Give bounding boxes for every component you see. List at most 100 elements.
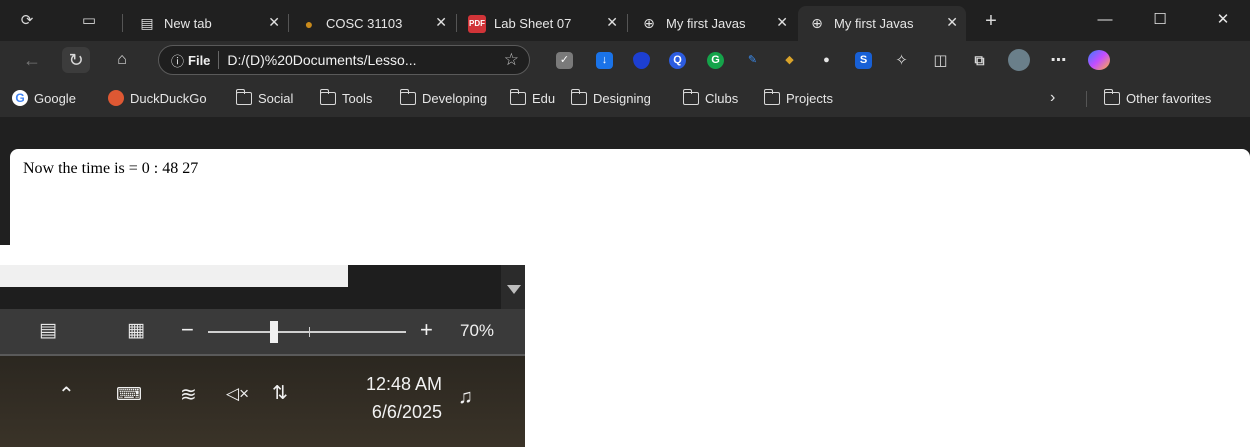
zoom-slider-tick (309, 327, 310, 337)
window-fragment (348, 265, 501, 287)
course-icon: ● (304, 15, 314, 32)
favorite-folder-projects[interactable]: Projects (764, 87, 833, 109)
shield-extension-icon[interactable]: ✓ (556, 52, 573, 69)
workspaces-icon[interactable]: ⟳ (16, 10, 38, 32)
page-content: Now the time is = 0 : 48 27 (10, 149, 1250, 245)
zoom-slider-track[interactable] (208, 331, 406, 333)
tab-strip: ⟳ ▭ ▤ New tab ✕ ● COSC 31103 ✕ PDF Lab S… (0, 0, 1250, 41)
close-icon[interactable]: ✕ (268, 14, 280, 31)
status-zoom-bar: ▤ ▦ − + 70% (0, 309, 525, 354)
copilot-icon[interactable] (1088, 50, 1110, 70)
tab-separator (288, 14, 289, 32)
chevron-right-icon[interactable]: › (1050, 87, 1055, 109)
folder-icon (236, 88, 252, 105)
tab-title: COSC 31103 (326, 16, 403, 31)
scrollbar[interactable] (501, 265, 525, 309)
zoom-level[interactable]: 70% (460, 321, 494, 341)
chevron-up-icon[interactable]: ⌃ (58, 382, 75, 407)
clock-date[interactable]: 6/6/2025 (342, 402, 442, 423)
more-menu-icon[interactable]: ⋯ (1050, 52, 1067, 69)
url-text[interactable]: D:/(D)%20Documents/Lesso... (227, 52, 487, 68)
time-text: Now the time is = 0 : 48 27 (23, 160, 199, 177)
pen-extension-icon[interactable]: ✎ (744, 52, 761, 69)
collections-icon[interactable]: ⧉ (971, 52, 988, 69)
tab-cosc[interactable]: ● COSC 31103 ✕ (290, 6, 455, 41)
close-window-button[interactable]: ✕ (1208, 8, 1238, 32)
download-extension-icon[interactable]: ↓ (596, 52, 613, 69)
favorite-folder-social[interactable]: Social (236, 87, 293, 109)
globe-icon: ⊕ (811, 15, 823, 31)
favorite-duckduckgo[interactable]: DuckDuckGo (108, 87, 207, 109)
favorite-folder-developing[interactable]: Developing (400, 87, 487, 109)
tab-title: My first Javas (834, 16, 914, 31)
zoom-slider-thumb[interactable] (270, 321, 278, 343)
grammarly-extension-icon[interactable]: G (707, 52, 724, 69)
clock-time[interactable]: 12:48 AM (342, 374, 442, 395)
colorful-extension-icon[interactable]: ◆ (781, 52, 798, 69)
system-tray: ⌃ ⌨ ≋ ◁× ⇅ 12:48 AM 6/6/2025 ♫ (0, 356, 525, 447)
home-button[interactable]: ⌂ (108, 47, 136, 73)
site-info-label[interactable]: File (188, 53, 210, 68)
iq-extension-icon[interactable]: Q (669, 52, 686, 69)
favorite-folder-edu[interactable]: Edu (510, 87, 555, 109)
folder-icon (510, 88, 526, 105)
favorite-google[interactable]: G Google (12, 87, 76, 109)
browser-toolbar: ← ↻ ⌂ ⓘ File D:/(D)%20Documents/Lesso...… (0, 41, 1250, 79)
maximize-button[interactable]: ☐ (1145, 8, 1175, 32)
address-separator (218, 51, 220, 69)
close-icon[interactable]: ✕ (946, 14, 958, 31)
info-icon[interactable]: ⓘ (171, 51, 184, 70)
favorite-folder-clubs[interactable]: Clubs (683, 87, 738, 109)
tab-separator (627, 14, 628, 32)
tab-javascript-1[interactable]: ⊕ My first Javas ✕ (630, 6, 796, 41)
new-tab-button[interactable]: + (980, 10, 1002, 32)
folder-icon (571, 88, 587, 105)
close-icon[interactable]: ✕ (776, 14, 788, 31)
s-extension-icon[interactable]: S (855, 52, 872, 69)
zoom-out-button[interactable]: − (181, 317, 194, 343)
tab-javascript-active[interactable]: ⊕ My first Javas ✕ (798, 6, 966, 41)
favorites-bar: G Google DuckDuckGo Social Tools Develop… (0, 79, 1250, 117)
cloud-extension-icon[interactable]: ● (818, 52, 835, 69)
newtab-icon: ▤ (140, 15, 154, 31)
tab-title: Lab Sheet 07 (494, 16, 572, 31)
split-screen-icon[interactable]: ◫ (932, 52, 949, 69)
globe-icon: ⊕ (643, 15, 655, 31)
volume-muted-icon[interactable]: ◁× (226, 384, 249, 404)
scroll-down-arrow-icon[interactable] (507, 285, 521, 294)
back-button[interactable]: ← (18, 47, 46, 73)
page-view-icon[interactable]: ▤ (36, 319, 60, 343)
tab-new-tab[interactable]: ▤ New tab ✕ (128, 6, 288, 41)
close-icon[interactable]: ✕ (606, 14, 618, 31)
folder-icon (764, 88, 780, 105)
other-favorites[interactable]: Other favorites (1104, 87, 1211, 109)
close-icon[interactable]: ✕ (435, 14, 447, 31)
battery-icon[interactable]: ⇅ (272, 382, 288, 405)
folder-icon (400, 88, 416, 105)
favorite-folder-designing[interactable]: Designing (571, 87, 651, 109)
notification-bell-icon[interactable]: ♫ (458, 386, 473, 409)
google-icon: G (12, 90, 28, 106)
favorite-star-icon[interactable]: ☆ (504, 50, 519, 70)
folder-icon (320, 88, 336, 105)
browser-window: ⟳ ▭ ▤ New tab ✕ ● COSC 31103 ✕ PDF Lab S… (0, 0, 1250, 245)
vpn-extension-icon[interactable] (633, 52, 650, 69)
refresh-button[interactable]: ↻ (62, 47, 90, 73)
tab-lab-sheet[interactable]: PDF Lab Sheet 07 ✕ (458, 6, 626, 41)
web-layout-icon[interactable]: ▦ (124, 319, 148, 343)
favorite-folder-tools[interactable]: Tools (320, 87, 372, 109)
window-fragment (0, 265, 348, 287)
folder-icon (1104, 88, 1120, 105)
minimize-button[interactable]: — (1090, 8, 1120, 32)
keyboard-icon[interactable]: ⌨ (116, 384, 142, 405)
address-bar[interactable]: ⓘ File D:/(D)%20Documents/Lesso... ☆ (158, 45, 530, 75)
folder-icon (683, 88, 699, 105)
extensions-puzzle-icon[interactable]: ✧ (893, 52, 910, 69)
wifi-icon[interactable]: ≋ (180, 382, 197, 407)
tab-separator (456, 14, 457, 32)
zoom-in-button[interactable]: + (420, 317, 433, 343)
profile-avatar[interactable] (1008, 49, 1030, 71)
tab-actions-icon[interactable]: ▭ (78, 10, 100, 32)
taskbar-crop: ▤ ▦ − + 70% ⌃ ⌨ ≋ ◁× ⇅ 12:48 AM 6/6/2025… (0, 265, 525, 447)
window-fragment (0, 287, 525, 309)
